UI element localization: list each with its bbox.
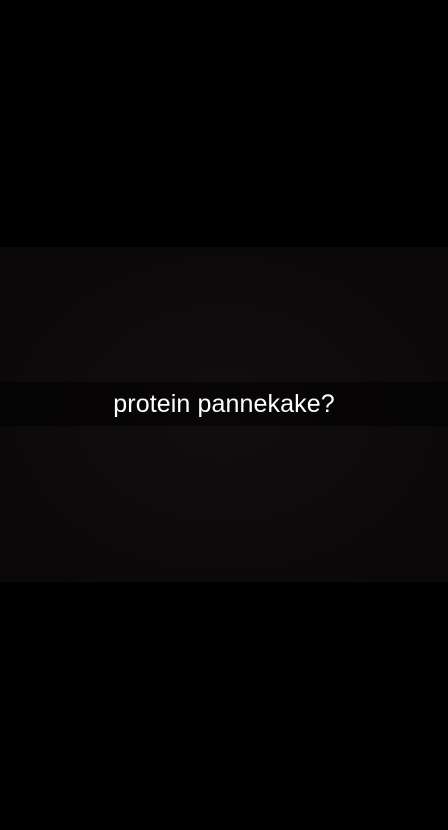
- caption-bar: protein pannekake?: [0, 382, 448, 426]
- caption-text: protein pannekake?: [113, 390, 335, 418]
- snap-viewer[interactable]: protein pannekake?: [0, 0, 448, 830]
